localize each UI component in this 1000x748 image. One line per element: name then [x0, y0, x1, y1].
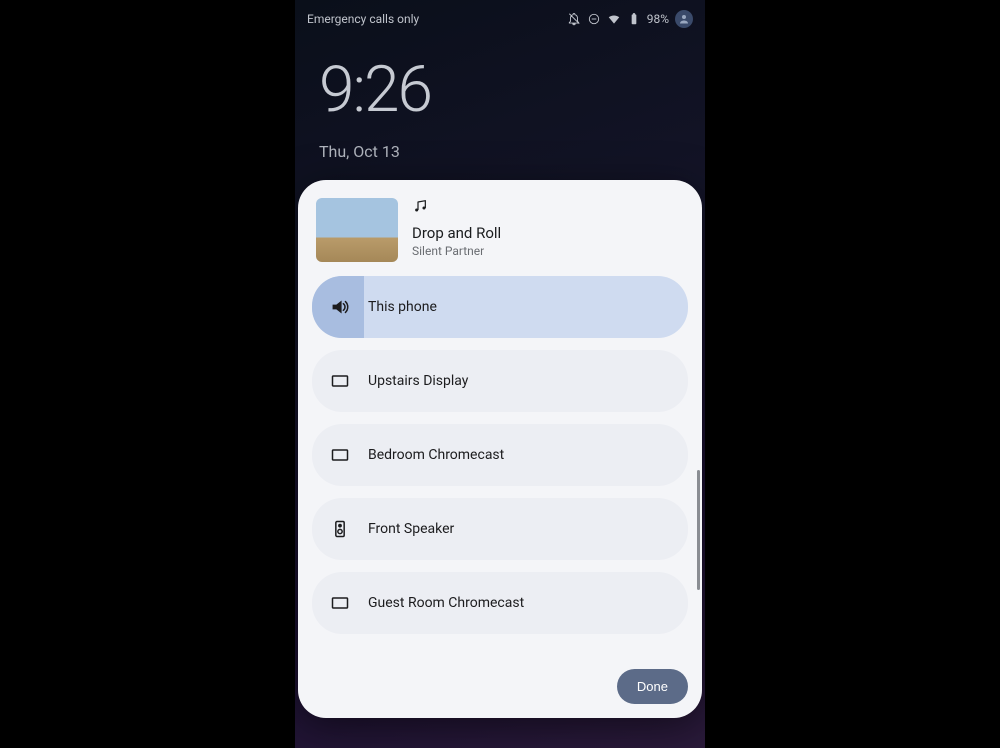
track-artist: Silent Partner	[412, 244, 501, 258]
media-output-sheet: Drop and Roll Silent Partner This phone U…	[298, 180, 702, 718]
network-status-text: Emergency calls only	[307, 12, 419, 26]
lockscreen-clock: 9:26	[295, 30, 705, 122]
track-title: Drop and Roll	[412, 224, 501, 242]
device-item[interactable]: This phone	[312, 276, 688, 338]
now-playing-block: Drop and Roll Silent Partner	[312, 196, 688, 276]
device-label: Upstairs Display	[368, 373, 468, 389]
scrollbar[interactable]	[697, 470, 701, 590]
device-label: Bedroom Chromecast	[368, 447, 504, 463]
device-item[interactable]: Front Speaker	[312, 498, 688, 560]
profile-avatar-icon[interactable]	[675, 10, 693, 28]
display-icon	[330, 371, 350, 391]
done-button[interactable]: Done	[617, 669, 688, 704]
status-right: 98%	[567, 10, 693, 28]
display-icon	[330, 593, 350, 613]
device-list[interactable]: This phone Upstairs Display Bedroom Chrome…	[312, 276, 688, 659]
status-bar: Emergency calls only 98%	[295, 0, 705, 30]
device-item[interactable]: Guest Room Chromecast	[312, 572, 688, 634]
speaker-icon	[330, 519, 350, 539]
phone-viewport: Emergency calls only 98% 9:26 Thu, Oct 1…	[295, 0, 705, 748]
dnd-circle-icon	[587, 12, 601, 26]
volume-icon	[330, 297, 350, 317]
device-label: Front Speaker	[368, 521, 454, 537]
battery-icon	[627, 12, 641, 26]
device-label: This phone	[368, 299, 437, 315]
dnd-off-icon	[567, 12, 581, 26]
wifi-icon	[607, 12, 621, 26]
device-item[interactable]: Bedroom Chromecast	[312, 424, 688, 486]
battery-percent-text: 98%	[647, 12, 669, 26]
music-note-icon	[412, 198, 501, 218]
device-label: Guest Room Chromecast	[368, 595, 524, 611]
display-icon	[330, 445, 350, 465]
device-item[interactable]: Upstairs Display	[312, 350, 688, 412]
lockscreen-date: Thu, Oct 13	[295, 122, 705, 161]
album-art	[316, 198, 398, 262]
